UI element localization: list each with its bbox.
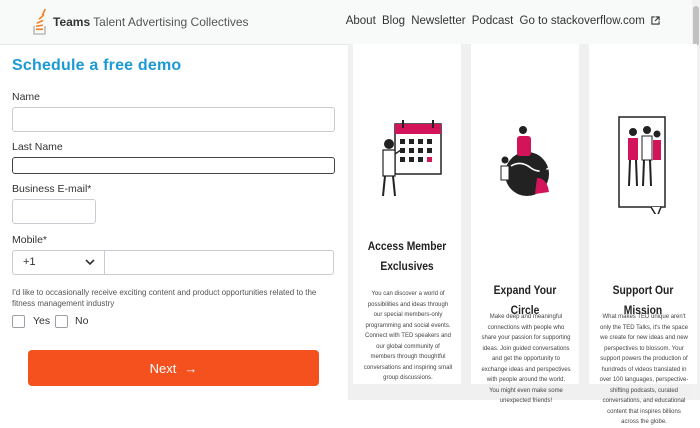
no-label: No	[75, 315, 89, 327]
country-code-select[interactable]: +1	[12, 250, 104, 275]
card-expand-circle: Expand Your Circle Make deep and meaning…	[471, 44, 579, 404]
chevron-down-icon	[85, 259, 95, 266]
name-label: Name	[12, 91, 41, 103]
last-name-input[interactable]	[12, 157, 335, 174]
nav-podcast[interactable]: Podcast	[472, 15, 514, 27]
no-checkbox[interactable]	[55, 315, 68, 328]
card-body: Make deep and meaningful connections wit…	[481, 314, 571, 404]
nav-about[interactable]: About	[346, 15, 376, 27]
name-input[interactable]	[12, 107, 335, 132]
next-label: Next	[149, 360, 177, 376]
email-input[interactable]	[12, 199, 96, 224]
external-link-icon[interactable]	[651, 16, 660, 25]
scrollbar-thumb[interactable]	[693, 6, 699, 46]
arrow-right-icon: →	[184, 360, 198, 376]
card-support-mission: Support Our Mission What makes TED uniqu…	[589, 44, 697, 425]
nav-newsletter[interactable]: Newsletter	[411, 15, 465, 27]
speech-bubble-people-illustration-icon	[618, 116, 666, 214]
card-body: What makes TED unique aren't only the TE…	[599, 314, 689, 425]
card-body: You can discover a world of possibilitie…	[363, 291, 453, 381]
country-code-value: +1	[23, 256, 36, 268]
nav-blog[interactable]: Blog	[382, 15, 405, 27]
brand-rest: Talent Advertising Collectives	[93, 15, 249, 29]
nav-stackoverflow-link[interactable]: Go to stackoverflow.com	[520, 15, 645, 27]
brand-title[interactable]: Teams Talent Advertising Collectives	[53, 15, 249, 29]
yes-label: Yes	[33, 315, 51, 327]
card-title: Access Member Exclusives	[367, 239, 447, 273]
calendar-illustration-icon	[382, 120, 442, 197]
yes-checkbox[interactable]	[12, 315, 25, 328]
form-title: Schedule a free demo	[12, 57, 182, 74]
globe-people-illustration-icon	[500, 126, 550, 196]
brand-bold: Teams	[53, 15, 91, 29]
next-button[interactable]: Next →	[28, 350, 319, 386]
mobile-label: Mobile*	[12, 234, 48, 246]
stack-overflow-logo-icon[interactable]	[33, 9, 47, 35]
email-label: Business E-mail*	[12, 183, 92, 195]
top-nav: About Blog Newsletter Podcast Go to stac…	[346, 15, 660, 27]
mobile-input[interactable]	[104, 250, 334, 275]
card-access-member: Access Member Exclusives You can discove…	[353, 44, 461, 384]
top-bar: Teams Talent Advertising Collectives Abou…	[0, 0, 700, 45]
last-name-label: Last Name	[12, 141, 63, 153]
consent-text: I'd like to occasionally receive excitin…	[12, 288, 317, 308]
